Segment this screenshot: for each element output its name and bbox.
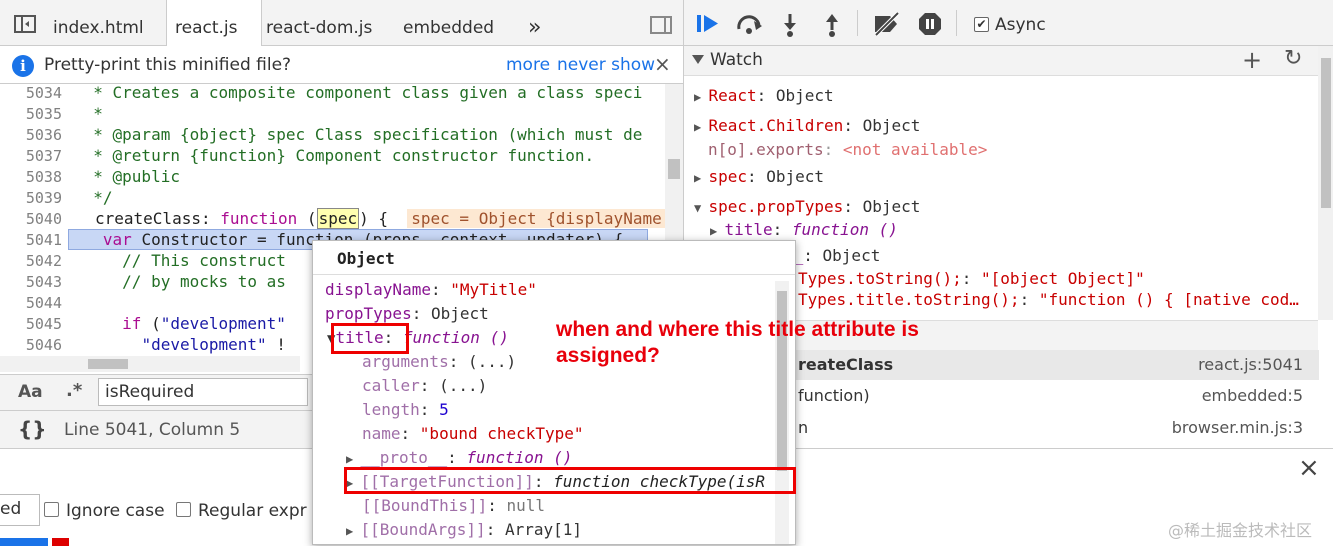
watch-item[interactable]: ▶ React.Children: Object [694,116,920,135]
line-number[interactable]: 5039 [0,189,68,207]
line-number[interactable]: 5040 [0,210,68,228]
code-line: // This construct [74,251,286,270]
info-icon: i [12,55,34,77]
tab-react-dom-js[interactable]: react-dom.js [258,0,380,46]
popover-title: Object [337,249,395,268]
more-tabs-icon[interactable]: » [520,0,549,46]
async-checkbox[interactable]: ✔ [974,17,989,32]
editor-horizontal-scrollbar[interactable] [0,356,300,372]
line-number[interactable]: 5041 [0,231,68,249]
ignore-case-checkbox[interactable] [44,502,59,517]
code-line: "development" ! [141,335,286,354]
line-number[interactable]: 5035 [0,105,68,123]
refresh-watch-button[interactable]: ↻ [1284,46,1302,71]
code-line: if ("development" [122,314,286,333]
regex-label: Regular expr [198,501,307,521]
watch-title: Watch [710,50,763,70]
line-number[interactable]: 5036 [0,126,68,144]
find-input[interactable]: isRequired [98,378,308,406]
watch-item[interactable]: __: Object [784,246,880,265]
watch-item[interactable]: n[o].exports: <not available> [708,140,987,159]
popover-row[interactable]: ▶ [[BoundArgs]]: Array[1] [346,520,582,539]
popover-row[interactable]: [[BoundThis]]: null [362,496,545,515]
code-line: */ [74,188,113,207]
pretty-print-button[interactable]: {} [18,417,46,441]
annotation-text-line1: when and where this title attribute is [556,318,919,341]
watermark: @稀土掘金技术社区 [1168,521,1313,540]
tab-index-html[interactable]: index.html [45,0,152,46]
step-into-icon[interactable] [780,12,800,38]
line-number[interactable]: 5045 [0,315,68,333]
code-line: * @param {object} spec Class specificati… [74,125,643,144]
editor-tab-bar: index.html react.js × react-dom.js embed… [0,0,683,96]
watch-item[interactable]: ▶ spec: Object [694,167,824,186]
code-line: createClass: function (spec) { spec = Ob… [95,208,665,229]
watch-item[interactable]: Types.toString();: "[object Object]" [798,269,1145,288]
line-number[interactable]: 5038 [0,168,68,186]
toggle-navigator-icon[interactable] [14,15,36,33]
line-number[interactable]: 5043 [0,273,68,291]
popover-row[interactable]: caller: (...) [362,376,487,395]
popover-row[interactable]: displayName: "MyTitle" [325,280,537,299]
step-out-icon[interactable] [822,12,842,38]
code-line: * Creates a composite component class gi… [74,84,643,102]
pause-on-exceptions-icon[interactable] [918,12,942,36]
object-popover[interactable]: Object displayName: "MyTitle" propTypes:… [312,240,796,545]
match-case-toggle[interactable]: Aa [18,382,43,402]
collapse-triangle-icon [692,55,704,64]
line-number[interactable]: 5046 [0,336,68,354]
popover-row[interactable]: ▶ __proto__: function () [346,448,572,467]
tab-embedded[interactable]: embedded [395,0,502,46]
step-over-icon[interactable] [736,13,764,35]
watch-item[interactable]: ▶ React: Object [694,86,834,105]
code-line: * @return {function} Component construct… [74,146,595,165]
pretty-print-message: Pretty-print this minified file? [44,55,292,75]
close-drawer-icon[interactable]: × [1298,453,1320,483]
deactivate-breakpoints-icon[interactable] [872,12,902,36]
popover-row[interactable]: propTypes: Object [325,304,489,323]
code-line: * [74,104,103,123]
debugger-toolbar: ✔ Async [684,0,1333,46]
watch-header[interactable]: Watch + ↻ [684,46,1333,76]
regex-checkbox[interactable] [176,502,191,517]
code-line: // by mocks to as [74,272,286,291]
watch-item[interactable]: ▼ spec.propTypes: Object [694,197,920,216]
never-show-link[interactable]: never show [557,55,655,75]
async-label: Async [995,15,1046,35]
tab-react-js[interactable]: react.js × [166,0,262,96]
add-watch-button[interactable]: + [1242,46,1262,74]
popover-row[interactable]: name: "bound checkType" [362,424,584,443]
resume-icon[interactable] [696,13,722,35]
popover-row[interactable]: length: 5 [362,400,449,419]
more-link[interactable]: more [506,55,550,75]
tab-label: react.js [175,18,238,38]
toggle-debugger-icon[interactable] [650,16,672,34]
watch-item[interactable]: ▶ title: function () [710,220,898,239]
regex-toggle[interactable]: .* [66,380,82,401]
annotation-box-target-function [344,467,796,494]
line-number[interactable]: 5037 [0,147,68,165]
close-icon[interactable]: × [654,52,671,76]
watch-item[interactable]: Types.title.toString();: "function () { … [798,290,1299,309]
line-number[interactable]: 5034 [0,84,68,102]
code-line: * @public [74,167,180,186]
popover-row[interactable]: arguments: (...) [362,352,516,371]
annotation-box-title [331,323,409,354]
ignore-case-label: Ignore case [66,501,165,521]
search-input-tail[interactable]: ed [0,499,21,519]
line-number[interactable]: 5042 [0,252,68,270]
annotation-text-line2: assigned? [556,344,660,367]
line-number[interactable]: 5044 [0,294,68,312]
cursor-position: Line 5041, Column 5 [64,420,241,440]
pretty-print-bar: i Pretty-print this minified file? more … [0,46,683,84]
